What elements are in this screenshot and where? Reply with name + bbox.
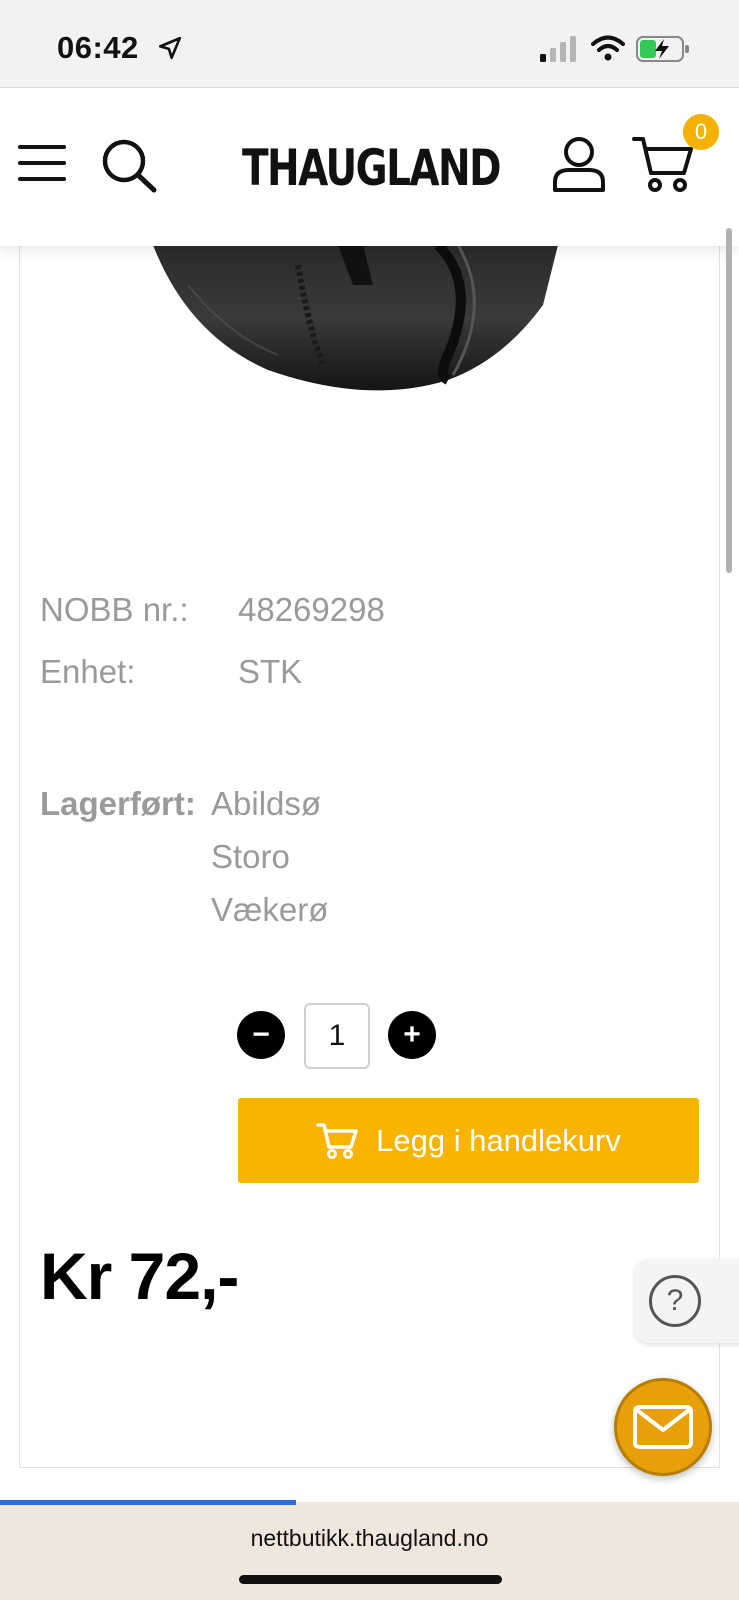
quantity-increase-button[interactable]: + bbox=[388, 1011, 436, 1059]
envelope-icon bbox=[633, 1405, 693, 1449]
page-scrollbar[interactable] bbox=[726, 228, 732, 573]
brand-name: THAUGLAND bbox=[242, 139, 501, 197]
stock-location: Vækerø bbox=[211, 891, 329, 928]
spec-value-unit: STK bbox=[238, 653, 303, 690]
cart-count-badge[interactable]: 0 bbox=[683, 114, 719, 150]
location-arrow-icon bbox=[158, 36, 182, 60]
browser-url[interactable]: nettbutikk.thaugland.no bbox=[0, 1525, 739, 1552]
help-button[interactable]: ? bbox=[635, 1259, 739, 1343]
battery-charging-icon bbox=[636, 36, 689, 62]
status-time: 06:42 bbox=[57, 30, 139, 65]
stock-location: Abildsø bbox=[211, 785, 322, 822]
stock-label: Lagerført: bbox=[40, 785, 196, 822]
home-indicator[interactable] bbox=[239, 1575, 502, 1584]
site-logo[interactable]: THAUGLAND bbox=[228, 133, 518, 203]
spec-value-nobb: 48269298 bbox=[238, 591, 385, 628]
hamburger-menu-icon[interactable] bbox=[18, 141, 68, 185]
product-image bbox=[153, 245, 558, 391]
status-bar: 06:42 bbox=[0, 0, 739, 88]
quantity-decrease-button[interactable]: − bbox=[237, 1011, 285, 1059]
search-icon[interactable] bbox=[100, 137, 158, 193]
user-account-icon[interactable] bbox=[552, 136, 606, 192]
spec-label-nobb: NOBB nr.: bbox=[40, 591, 189, 628]
stock-location: Storo bbox=[211, 838, 290, 875]
contact-mail-button[interactable] bbox=[614, 1378, 712, 1476]
cart-icon bbox=[316, 1122, 358, 1159]
question-mark-icon: ? bbox=[649, 1275, 701, 1327]
spec-label-unit: Enhet: bbox=[40, 653, 136, 690]
cellular-signal-icon bbox=[540, 36, 576, 62]
site-header: THAUGLAND 0 bbox=[0, 89, 739, 246]
product-price: Kr 72,- bbox=[40, 1239, 239, 1313]
page-load-progress bbox=[0, 1500, 296, 1505]
add-to-cart-button[interactable]: Legg i handlekurv bbox=[238, 1098, 699, 1183]
wifi-icon bbox=[591, 35, 625, 61]
quantity-input[interactable]: 1 bbox=[304, 1003, 370, 1069]
add-to-cart-label: Legg i handlekurv bbox=[376, 1122, 621, 1158]
shopping-cart-icon[interactable] bbox=[632, 135, 694, 193]
